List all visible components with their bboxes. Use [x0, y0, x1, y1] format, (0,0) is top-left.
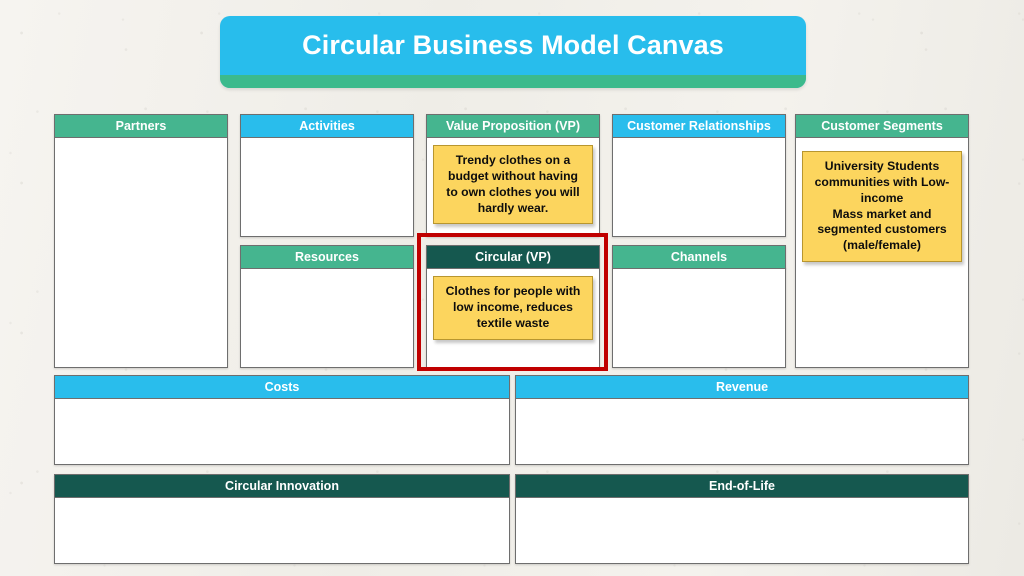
- block-customer-segments-header: Customer Segments: [796, 115, 968, 138]
- note-customer-segments[interactable]: University Students communities with Low…: [802, 151, 962, 263]
- block-end-of-life-body[interactable]: [516, 498, 968, 563]
- block-costs-header: Costs: [55, 376, 509, 399]
- note-line: textile waste: [476, 315, 550, 330]
- block-value-proposition-header: Value Proposition (VP): [427, 115, 599, 138]
- note-line: (male/female): [843, 238, 921, 253]
- block-circular-vp-body[interactable]: Clothes for people with low income, redu…: [427, 269, 599, 367]
- block-partners[interactable]: Partners: [54, 114, 228, 368]
- note-value-proposition[interactable]: Trendy clothes on a budget without havin…: [433, 145, 593, 225]
- block-customer-segments-body[interactable]: University Students communities with Low…: [796, 138, 968, 367]
- block-customer-relationships-body[interactable]: [613, 138, 785, 236]
- block-channels-header: Channels: [613, 246, 785, 269]
- note-line: to own clothes you will: [446, 184, 580, 199]
- block-activities-body[interactable]: [241, 138, 413, 236]
- note-line: Trendy clothes on a: [455, 153, 571, 167]
- canvas-title-banner: Circular Business Model Canvas: [220, 16, 806, 88]
- block-revenue-body[interactable]: [516, 399, 968, 464]
- block-partners-body[interactable]: [55, 138, 227, 367]
- note-line: low income, reduces: [453, 299, 573, 314]
- block-circular-innovation[interactable]: Circular Innovation: [54, 474, 510, 564]
- block-circular-innovation-body[interactable]: [55, 498, 509, 563]
- block-revenue[interactable]: Revenue: [515, 375, 969, 465]
- block-value-proposition-body[interactable]: Trendy clothes on a budget without havin…: [427, 138, 599, 236]
- block-circular-innovation-header: Circular Innovation: [55, 475, 509, 498]
- block-customer-relationships[interactable]: Customer Relationships: [612, 114, 786, 237]
- note-line: Mass market and: [832, 206, 932, 221]
- block-circular-vp[interactable]: Circular (VP) Clothes for people with lo…: [426, 245, 600, 368]
- note-line: University Students: [824, 159, 940, 173]
- block-circular-vp-header: Circular (VP): [427, 246, 599, 269]
- block-costs-body[interactable]: [55, 399, 509, 464]
- note-line: Clothes for people with: [445, 284, 581, 298]
- note-line: communities with Low-: [814, 174, 950, 189]
- block-end-of-life-header: End-of-Life: [516, 475, 968, 498]
- block-resources[interactable]: Resources: [240, 245, 414, 368]
- note-line: hardly wear.: [477, 200, 549, 215]
- block-activities[interactable]: Activities: [240, 114, 414, 237]
- note-circular-vp[interactable]: Clothes for people with low income, redu…: [433, 276, 593, 340]
- note-line: budget without having: [448, 168, 578, 183]
- title-accent-strip: [220, 75, 806, 88]
- block-channels[interactable]: Channels: [612, 245, 786, 368]
- business-model-canvas: Circular Business Model Canvas Partners …: [0, 0, 1024, 576]
- block-partners-header: Partners: [55, 115, 227, 138]
- block-channels-body[interactable]: [613, 269, 785, 367]
- block-revenue-header: Revenue: [516, 376, 968, 399]
- block-value-proposition[interactable]: Value Proposition (VP) Trendy clothes on…: [426, 114, 600, 237]
- block-costs[interactable]: Costs: [54, 375, 510, 465]
- page-title: Circular Business Model Canvas: [302, 30, 724, 60]
- block-customer-relationships-header: Customer Relationships: [613, 115, 785, 138]
- block-activities-header: Activities: [241, 115, 413, 138]
- block-customer-segments[interactable]: Customer Segments University Students co…: [795, 114, 969, 368]
- note-line: segmented customers: [817, 222, 947, 237]
- block-end-of-life[interactable]: End-of-Life: [515, 474, 969, 564]
- note-line: income: [860, 190, 904, 205]
- block-resources-body[interactable]: [241, 269, 413, 367]
- block-resources-header: Resources: [241, 246, 413, 269]
